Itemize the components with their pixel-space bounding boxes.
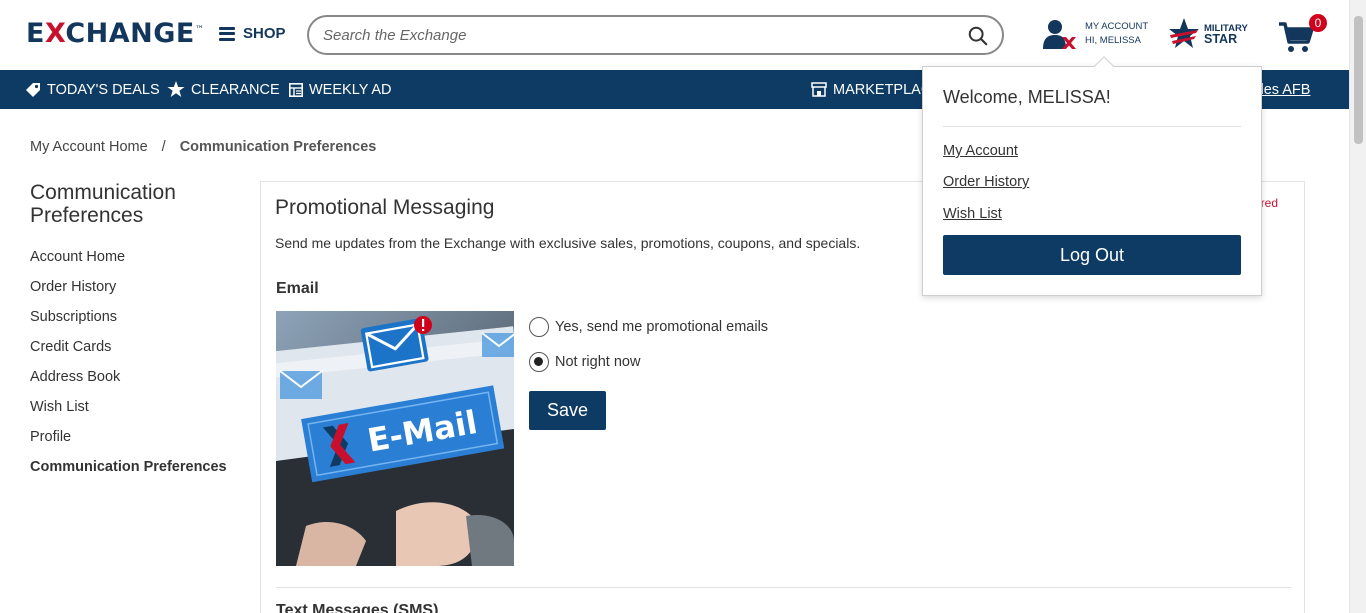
section-description: Send me updates from the Exchange with e… <box>275 235 861 251</box>
dropdown-wish-list-link[interactable]: Wish List <box>943 206 1002 222</box>
nav-weekly-ad-label: WEEKLY AD <box>309 81 392 98</box>
dropdown-divider <box>943 126 1241 127</box>
cart-button[interactable]: 0 <box>1278 14 1328 56</box>
sidebar-item-wish-list[interactable]: Wish List <box>30 399 227 429</box>
search-icon[interactable] <box>967 25 989 47</box>
dropdown-order-history-link[interactable]: Order History <box>943 174 1029 190</box>
exchange-logo[interactable]: EXCHANGE™ <box>26 18 204 49</box>
breadcrumb-home-link[interactable]: My Account Home <box>30 139 148 155</box>
dropdown-my-account-link[interactable]: My Account <box>943 143 1018 159</box>
nav-clearance-label: CLEARANCE <box>191 81 280 98</box>
option-yes-label: Yes, send me promotional emails <box>555 319 769 335</box>
shop-menu-button[interactable]: SHOP <box>219 25 286 42</box>
search-bar <box>307 15 1004 55</box>
shop-label: SHOP <box>243 25 286 42</box>
sidebar-item-profile[interactable]: Profile <box>30 429 227 459</box>
logout-button[interactable]: Log Out <box>943 235 1241 275</box>
sidebar-title: Communication Preferences <box>30 181 176 227</box>
hamburger-icon <box>219 26 235 41</box>
account-greeting: HI, MELISSA <box>1085 35 1141 46</box>
account-sidebar-nav: Account Home Order History Subscriptions… <box>30 249 227 489</box>
breadcrumb-current: Communication Preferences <box>179 139 377 155</box>
sidebar-item-subscriptions[interactable]: Subscriptions <box>30 309 227 339</box>
save-button[interactable]: Save <box>529 391 606 430</box>
nav-todays-deals[interactable]: TODAY'S DEALS <box>25 70 160 109</box>
section-divider <box>276 587 1291 588</box>
sidebar-item-credit-cards[interactable]: Credit Cards <box>30 339 227 369</box>
nav-clearance[interactable]: CLEARANCE <box>167 70 280 109</box>
sidebar-item-communication-preferences[interactable]: Communication Preferences <box>30 459 227 489</box>
sms-heading: Text Messages (SMS) <box>276 602 439 613</box>
account-dropdown: Welcome, MELISSA! My Account Order Histo… <box>922 56 1262 296</box>
account-user-icon <box>1043 20 1076 49</box>
breadcrumb-separator: / <box>161 139 166 155</box>
email-heading: Email <box>276 280 319 297</box>
sidebar-item-account-home[interactable]: Account Home <box>30 249 227 279</box>
nav-todays-deals-label: TODAY'S DEALS <box>47 81 160 98</box>
military-star-icon <box>1169 18 1199 48</box>
site-header: EXCHANGE™ SHOP MY ACCOUNT HI, MELISSA MI… <box>0 0 1349 70</box>
page-scrollbar[interactable] <box>1349 0 1366 613</box>
star-icon <box>167 81 185 97</box>
radio-yes[interactable] <box>529 317 549 337</box>
sidebar-item-address-book[interactable]: Address Book <box>30 369 227 399</box>
cart-count-badge: 0 <box>1309 14 1327 32</box>
scrollbar-thumb[interactable] <box>1354 16 1363 144</box>
email-promo-image: E-Mail <box>276 311 514 566</box>
newspaper-icon <box>289 82 303 97</box>
option-no-label: Not right now <box>555 354 641 370</box>
tag-icon <box>26 82 40 97</box>
breadcrumb: My Account Home / Communication Preferen… <box>30 139 376 155</box>
storefront-icon <box>811 82 827 97</box>
sidebar-item-order-history[interactable]: Order History <box>30 279 227 309</box>
my-account-button[interactable]: MY ACCOUNT HI, MELISSA <box>1043 18 1148 50</box>
star-label: STAR <box>1204 32 1238 46</box>
search-input[interactable] <box>323 26 943 44</box>
nav-weekly-ad[interactable]: WEEKLY AD <box>289 70 391 109</box>
account-label: MY ACCOUNT <box>1085 21 1149 32</box>
option-yes-promotional-emails[interactable]: Yes, send me promotional emails <box>529 317 768 337</box>
section-title: Promotional Messaging <box>275 196 495 219</box>
radio-not-right-now[interactable] <box>529 352 549 372</box>
military-star-link[interactable]: MILITARY STAR <box>1168 17 1248 51</box>
dropdown-welcome: Welcome, MELISSA! <box>943 87 1111 107</box>
option-not-right-now[interactable]: Not right now <box>529 352 640 372</box>
